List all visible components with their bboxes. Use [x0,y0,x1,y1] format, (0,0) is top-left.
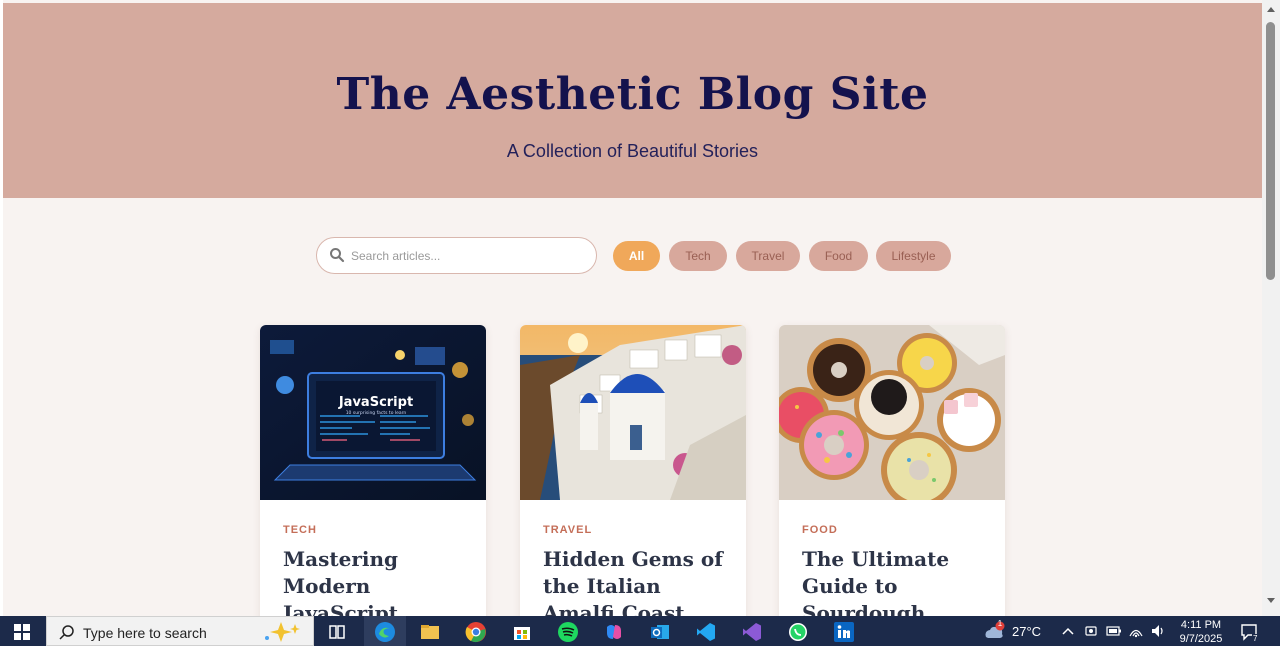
javascript-image-subtext: 10 surprising facts to learn [346,410,407,416]
weather-temperature[interactable]: 27°C [1012,624,1041,639]
javascript-image-text: JavaScript [338,395,413,410]
article-image-donuts [779,325,1005,508]
copilot-sparkle-icon [265,622,300,642]
search-input[interactable] [351,246,581,266]
article-category: TECH [283,524,317,536]
windows-taskbar: Type here to search 1 27°C 4:11 PM 9/7/2… [0,616,1280,646]
visual-studio-icon[interactable] [741,621,763,643]
search-box[interactable] [316,237,597,274]
filter-travel-button[interactable]: Travel [736,241,800,271]
outlook-icon[interactable] [649,621,671,643]
article-card-tech[interactable]: JavaScript 10 surprising facts to learn … [260,325,486,616]
site-header: The Aesthetic Blog Site A Collection of … [3,3,1262,198]
taskbar-search-box[interactable]: Type here to search [46,616,314,646]
edge-browser-icon[interactable] [374,621,396,643]
spotify-icon[interactable] [557,621,579,643]
article-category: FOOD [802,524,838,536]
linkedin-icon[interactable] [833,621,855,643]
scrollbar-thumb[interactable] [1266,22,1275,280]
chrome-icon[interactable] [465,621,487,643]
microsoft-store-icon[interactable] [511,621,533,643]
filter-tech-button[interactable]: Tech [669,241,727,271]
scroll-down-arrow-icon[interactable] [1266,597,1276,605]
system-clock[interactable]: 4:11 PM 9/7/2025 [1176,618,1226,646]
page-scrollbar[interactable] [1262,0,1280,616]
weather-badge: 1 [997,619,1003,628]
article-title[interactable]: Mastering Modern JavaScript [283,546,473,616]
site-title: The Aesthetic Blog Site [336,69,929,120]
site-subtitle: A Collection of Beautiful Stories [506,141,759,161]
whatsapp-icon[interactable] [787,621,809,643]
article-image-javascript: JavaScript 10 surprising facts to learn [260,325,486,500]
article-image-coast [520,325,746,500]
article-card-travel[interactable]: TRAVEL Hidden Gems of the Italian Amalfi… [520,325,746,616]
article-card-food[interactable]: FOOD The Ultimate Guide to Sourdough Bak… [779,325,1005,616]
search-icon [330,248,345,263]
copilot-icon[interactable] [603,621,625,643]
task-view-icon[interactable] [326,621,348,643]
clock-date: 9/7/2025 [1179,633,1223,645]
windows-start-icon[interactable] [14,624,30,640]
blog-page: The Aesthetic Blog Site A Collection of … [0,0,1262,616]
volume-icon[interactable] [1150,623,1166,639]
filter-all-button[interactable]: All [613,241,660,271]
article-category: TRAVEL [543,524,593,536]
file-explorer-icon[interactable] [419,621,441,643]
meet-now-icon[interactable] [1084,624,1098,638]
article-title[interactable]: Hidden Gems of the Italian Amalfi Coast [543,546,733,616]
notification-count: 7 [1252,634,1259,643]
wifi-icon[interactable] [1128,623,1144,639]
show-hidden-icons-icon[interactable] [1062,626,1074,636]
clock-time: 4:11 PM [1180,619,1222,631]
filter-food-button[interactable]: Food [809,241,868,271]
article-title[interactable]: The Ultimate Guide to Sourdough Baking [802,546,992,616]
search-icon [59,625,74,640]
scroll-up-arrow-icon[interactable] [1266,5,1276,13]
taskbar-search-placeholder: Type here to search [83,625,207,641]
filter-lifestyle-button[interactable]: Lifestyle [876,241,951,271]
vscode-icon[interactable] [695,621,717,643]
battery-icon[interactable] [1106,624,1122,638]
browser-viewport: The Aesthetic Blog Site A Collection of … [0,0,1280,616]
